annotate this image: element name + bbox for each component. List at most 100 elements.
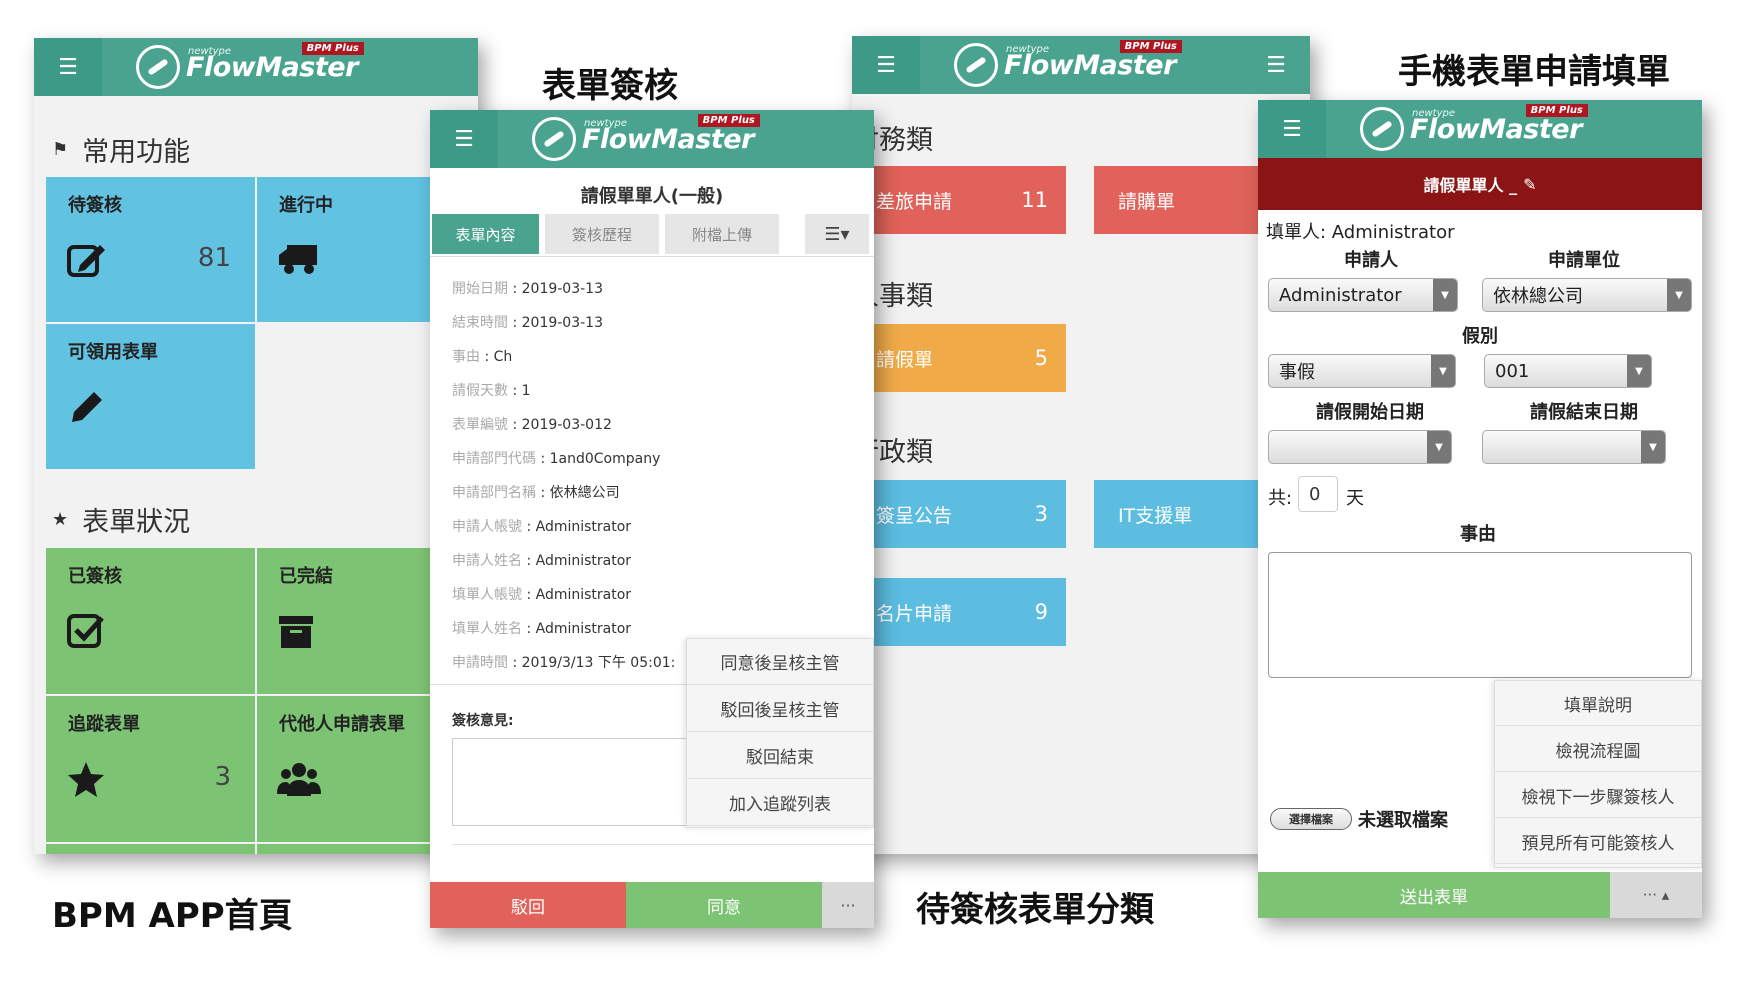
field-row: 申請人帳號 : Administrator xyxy=(452,519,632,535)
submit-button[interactable]: 送出表單 xyxy=(1258,872,1610,918)
home-topbar: ☰ newtype FlowMaster BPM Plus xyxy=(34,38,478,96)
category-item[interactable]: 請假單 5 xyxy=(852,324,1066,392)
reject-button[interactable]: 駁回 xyxy=(430,882,626,928)
sign-screen: ☰ newtype FlowMaster BPM Plus 請假單單人(一般) 表單… xyxy=(430,110,874,928)
archive-icon xyxy=(277,612,315,659)
menu-item-reject-end[interactable]: 駁回結束 xyxy=(687,733,873,779)
opinion-textarea[interactable] xyxy=(452,738,692,826)
form-header-bar: 請假單單人 _ ✎ xyxy=(1258,158,1702,210)
more-button[interactable]: ··· xyxy=(822,882,874,928)
category-item[interactable]: 名片申請 9 xyxy=(852,578,1066,646)
field-row: 填單人帳號 : Administrator xyxy=(452,587,632,603)
start-date-label: 請假開始日期 xyxy=(1316,402,1424,423)
chevron-down-icon: ▼ xyxy=(1427,431,1451,463)
field-row: 申請部門代碼 : 1and0Company xyxy=(452,451,661,467)
end-date-label: 請假結束日期 xyxy=(1530,402,1638,423)
tile-partial xyxy=(46,844,255,854)
menu-item-approve-to-supervisor[interactable]: 同意後呈核主管 xyxy=(687,639,873,685)
caption-sign: 表單簽核 xyxy=(542,66,678,106)
edit-pencil-icon[interactable]: ✎ xyxy=(1523,175,1536,194)
mobile-form-screen: ☰ newtype FlowMaster BPM Plus 請假單單人 _ ✎ 填單人… xyxy=(1258,100,1702,918)
mobile-topbar: ☰ newtype FlowMaster BPM Plus xyxy=(1258,100,1702,158)
tile-available-forms[interactable]: 可領用表單 xyxy=(46,324,255,469)
tab-sign-history[interactable]: 簽核歷程 xyxy=(545,214,659,254)
flowmaster-logo: newtype FlowMaster BPM Plus xyxy=(954,39,1182,90)
applicant-label: 申請人 xyxy=(1344,250,1398,271)
form-status-title: ★ 表單狀況 xyxy=(52,507,191,538)
tile-tracking[interactable]: 追蹤表單 3 xyxy=(46,696,255,842)
flowmaster-logo: newtype FlowMaster BPM Plus xyxy=(136,41,364,92)
applicant-select[interactable]: Administrator ▼ xyxy=(1268,278,1458,312)
field-row: 申請時間 : 2019/3/13 下午 05:01: xyxy=(452,655,676,671)
menu-item-all-approvers[interactable]: 預見所有可能簽核人 xyxy=(1495,819,1701,864)
menu-icon-right[interactable]: ☰ xyxy=(1242,36,1310,94)
field-row: 事由 : Ch xyxy=(452,349,513,365)
total-days-input[interactable]: 0 xyxy=(1298,476,1338,512)
tab-more-menu-icon[interactable]: ☰▾ xyxy=(805,214,869,254)
home-screen: ☰ newtype FlowMaster BPM Plus ⚑ 常用功能 待簽核 8… xyxy=(34,38,478,854)
form-title: 請假單單人(一般) xyxy=(580,186,724,207)
tab-form-content[interactable]: 表單內容 xyxy=(432,214,539,254)
field-row: 結束時間 : 2019-03-13 xyxy=(452,315,603,331)
more-button[interactable]: ··· ▴ xyxy=(1610,872,1702,918)
filler-text: 填單人: Administrator xyxy=(1266,222,1455,243)
menu-item-next-approver[interactable]: 檢視下一步驟簽核人 xyxy=(1495,773,1701,818)
check-square-icon xyxy=(66,612,106,659)
field-row: 表單編號 : 2019-03-012 xyxy=(452,417,612,433)
start-date-select[interactable]: ▼ xyxy=(1268,430,1452,464)
menu-item-add-tracking[interactable]: 加入追蹤列表 xyxy=(687,780,873,826)
chevron-down-icon: ▼ xyxy=(1627,355,1651,387)
field-row: 請假天數 : 1 xyxy=(452,383,531,399)
reason-textarea[interactable] xyxy=(1268,552,1692,678)
file-status: 未選取檔案 xyxy=(1358,810,1448,831)
flowmaster-logo: newtype FlowMaster BPM Plus xyxy=(532,113,760,164)
menu-icon[interactable]: ☰ xyxy=(430,110,498,168)
field-row: 申請部門名稱 : 依林總公司 xyxy=(452,485,620,501)
sign-topbar: ☰ newtype FlowMaster BPM Plus xyxy=(430,110,874,168)
category-screen: ☰ newtype FlowMaster BPM Plus ☰ 財務類 差旅申請 11… xyxy=(852,36,1310,854)
common-functions-title: ⚑ 常用功能 xyxy=(52,137,191,168)
truck-icon xyxy=(277,241,319,284)
unit-label: 申請單位 xyxy=(1548,250,1620,271)
flag-icon: ⚑ xyxy=(52,139,69,160)
unit-select[interactable]: 依林總公司 ▼ xyxy=(1482,278,1692,312)
more-menu: 填單說明 檢視流程圖 檢視下一步驟簽核人 預見所有可能簽核人 xyxy=(1494,680,1702,868)
field-row: 申請人姓名 : Administrator xyxy=(452,553,632,569)
choose-file-button[interactable]: 選擇檔案 xyxy=(1270,808,1352,830)
pencil-icon xyxy=(66,388,106,437)
tab-attachment[interactable]: 附檔上傳 xyxy=(665,214,779,254)
tile-pending[interactable]: 待簽核 81 xyxy=(46,177,255,322)
divider xyxy=(452,844,874,845)
caption-category: 待簽核表單分類 xyxy=(916,890,1154,930)
caption-mobile: 手機表單申請填單 xyxy=(1398,52,1670,92)
star-icon xyxy=(66,760,106,807)
chevron-down-icon: ▼ xyxy=(1667,279,1691,311)
leave-type-label: 假別 xyxy=(1462,326,1498,347)
menu-item-reject-to-supervisor[interactable]: 駁回後呈核主管 xyxy=(687,686,873,732)
menu-item-view-flowchart[interactable]: 檢視流程圖 xyxy=(1495,727,1701,772)
leave-code-select[interactable]: 001 ▼ xyxy=(1484,354,1652,388)
reason-label: 事由 xyxy=(1460,524,1496,545)
approve-button[interactable]: 同意 xyxy=(626,882,822,928)
chevron-down-icon: ▼ xyxy=(1431,355,1455,387)
end-date-select[interactable]: ▼ xyxy=(1482,430,1666,464)
field-row: 開始日期 : 2019-03-13 xyxy=(452,281,603,297)
chevron-down-icon: ▼ xyxy=(1433,279,1457,311)
menu-icon[interactable]: ☰ xyxy=(852,36,920,94)
tile-signed[interactable]: 已簽核 xyxy=(46,548,255,694)
category-item[interactable]: 差旅申請 11 xyxy=(852,166,1066,234)
menu-item-form-help[interactable]: 填單說明 xyxy=(1495,681,1701,726)
flowmaster-logo: newtype FlowMaster BPM Plus xyxy=(1360,103,1588,154)
chevron-down-icon: ▼ xyxy=(1641,431,1665,463)
caption-home: BPM APP首頁 xyxy=(52,896,293,936)
menu-icon[interactable]: ☰ xyxy=(34,38,102,96)
category-item[interactable]: 簽呈公告 3 xyxy=(852,480,1066,548)
opinion-label: 簽核意見: xyxy=(452,713,514,729)
total-unit: 天 xyxy=(1346,488,1364,509)
category-topbar: ☰ newtype FlowMaster BPM Plus ☰ xyxy=(852,36,1310,94)
menu-icon[interactable]: ☰ xyxy=(1258,100,1326,158)
leave-type-select[interactable]: 事假 ▼ xyxy=(1268,354,1456,388)
users-icon xyxy=(277,760,321,807)
action-menu: 同意後呈核主管 駁回後呈核主管 駁回結束 加入追蹤列表 xyxy=(686,638,874,828)
divider xyxy=(430,256,874,257)
